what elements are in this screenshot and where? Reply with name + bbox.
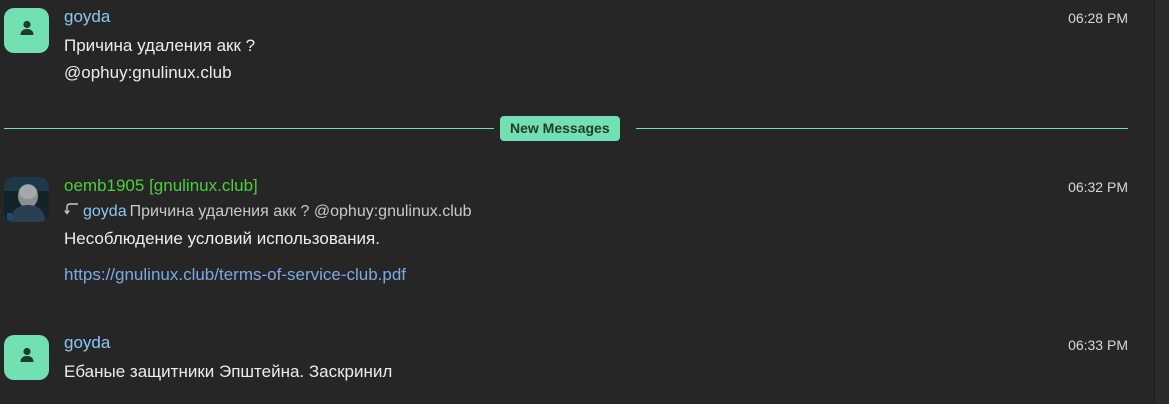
avatar[interactable] bbox=[4, 335, 49, 380]
reply-sender: goyda bbox=[83, 202, 127, 220]
divider-line bbox=[4, 128, 494, 129]
message-text: Несоблюдение условий использования. bbox=[64, 229, 380, 248]
reply-text: Причина удаления акк ? @ophuy:gnulinux.c… bbox=[129, 202, 472, 220]
message-timestamp: 06:32 PM bbox=[1068, 179, 1128, 195]
new-messages-divider: New Messages bbox=[4, 116, 1128, 142]
scrollbar[interactable] bbox=[1154, 0, 1169, 404]
message-timestamp: 06:28 PM bbox=[1068, 10, 1128, 26]
message-text: Ебаные защитники Эпштейна. Заскринил bbox=[64, 362, 393, 381]
reply-quote[interactable]: goyda Причина удаления акк ? @ophuy:gnul… bbox=[64, 202, 472, 221]
message-link[interactable]: https://gnulinux.club/terms-of-service-c… bbox=[64, 265, 406, 285]
sender-name[interactable]: goyda bbox=[64, 333, 110, 353]
avatar[interactable] bbox=[4, 177, 49, 222]
sender-name[interactable]: oemb1905 [gnulinux.club] bbox=[64, 176, 258, 196]
message-timeline: goyda 06:28 PM Причина удаления акк ? @o… bbox=[0, 0, 1169, 404]
message-text: @ophuy:gnulinux.club bbox=[64, 63, 232, 82]
avatar[interactable] bbox=[4, 8, 49, 53]
new-messages-badge: New Messages bbox=[500, 116, 620, 141]
divider-line bbox=[636, 128, 1128, 129]
message-text: Причина удаления акк ? bbox=[64, 36, 256, 55]
message-timestamp: 06:33 PM bbox=[1068, 337, 1128, 353]
person-icon bbox=[18, 346, 36, 369]
reply-arrow-icon bbox=[64, 202, 80, 221]
sender-name[interactable]: goyda bbox=[64, 7, 110, 27]
person-icon bbox=[18, 19, 36, 42]
